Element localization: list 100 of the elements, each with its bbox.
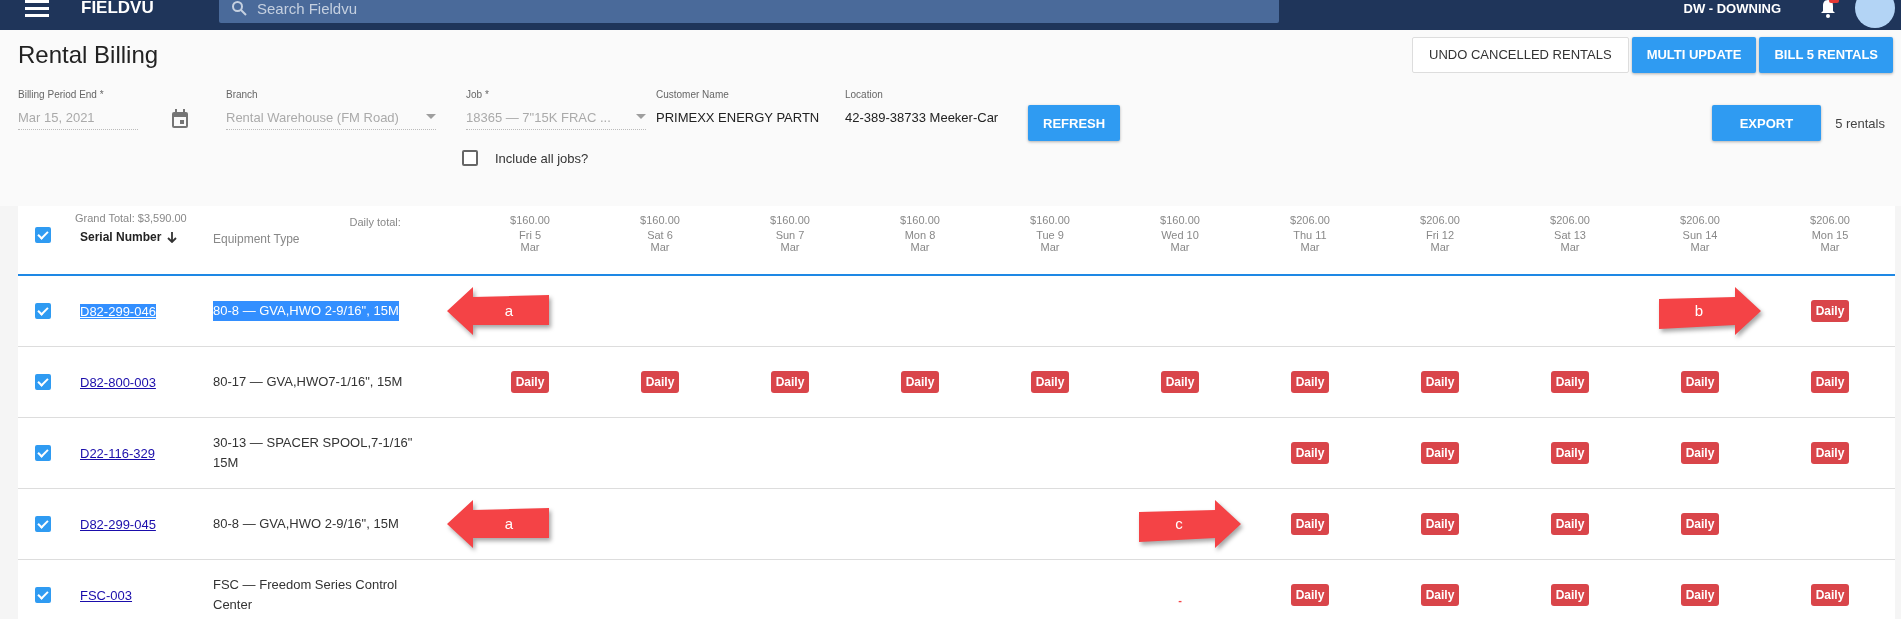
equipment-type: 80-8 — GVA,HWO 2-9/16", 15M	[213, 515, 399, 533]
day-label: Sat 6	[647, 229, 673, 241]
day-label: Sun 14	[1682, 229, 1718, 241]
rental-count: 5 rentals	[1835, 116, 1885, 131]
daily-amount: $206.00	[1810, 214, 1850, 226]
month-label: Mar	[1170, 241, 1190, 253]
field-label: Branch	[226, 89, 259, 102]
menu-icon[interactable]	[25, 0, 49, 18]
daily-amount: $160.00	[1160, 214, 1200, 226]
checkbox-label: Include all jobs?	[495, 150, 589, 166]
day-label: Mon 8	[904, 229, 936, 241]
daily-amount: $160.00	[770, 214, 810, 226]
serial-link[interactable]: FSC-003	[80, 587, 133, 603]
sort-arrow-icon[interactable]	[166, 231, 179, 243]
daily-amount: $206.00	[1680, 214, 1720, 226]
avatar[interactable]	[1855, 0, 1895, 28]
serial-link[interactable]: D82-299-045	[80, 516, 156, 532]
daily-tag[interactable]: Daily	[1810, 300, 1850, 322]
daily-tag[interactable]: Daily	[1290, 513, 1330, 535]
export-button[interactable]: EXPORT	[1711, 105, 1822, 141]
serial-link[interactable]: D82-299-046	[80, 303, 156, 319]
month-label: Mar	[1560, 241, 1580, 253]
search-field[interactable]: Search Fieldvu	[219, 0, 1279, 23]
month-label: Mar	[520, 241, 540, 253]
serial-link[interactable]: D82-800-003	[80, 374, 156, 390]
daily-tag[interactable]: Daily	[1550, 513, 1590, 535]
daily-tag[interactable]: Daily	[1810, 371, 1850, 393]
month-label: Mar	[910, 241, 930, 253]
daily-tag[interactable]: Daily	[640, 371, 680, 393]
day-label: Mon 15	[1811, 229, 1849, 241]
daily-tag[interactable]: Daily	[1680, 584, 1720, 606]
daily-amount: $160.00	[1030, 214, 1070, 226]
daily-tag[interactable]: Daily	[1160, 371, 1200, 393]
day-label: Fri 12	[1425, 229, 1455, 241]
dash-mark: -	[1178, 594, 1182, 606]
daily-tag[interactable]: Daily	[1810, 584, 1850, 606]
daily-tag[interactable]: Daily	[510, 371, 550, 393]
daily-amount: $160.00	[900, 214, 940, 226]
search-icon[interactable]	[231, 0, 247, 16]
row-checkbox[interactable]	[34, 303, 51, 319]
daily-tag[interactable]: Daily	[1810, 442, 1850, 464]
day-label: Fri 5	[519, 229, 541, 241]
day-label: Sun 7	[775, 229, 805, 241]
action-button[interactable]: BILL 5 RENTALS	[1759, 36, 1893, 73]
equipment-type: 80-17 — GVA,HWO7-1/16", 15M	[213, 373, 403, 391]
daily-tag[interactable]: Daily	[900, 371, 940, 393]
input-field[interactable]: PRIMEXX ENERGY PARTN	[656, 105, 831, 129]
equipment-type: FSC — Freedom Series Control Center	[213, 576, 399, 614]
daily-tag[interactable]: Daily	[1290, 371, 1330, 393]
daily-amount: $206.00	[1550, 214, 1590, 226]
row-checkbox[interactable]	[34, 445, 51, 461]
daily-tag[interactable]: Daily	[1550, 442, 1590, 464]
equipment-type: 80-8 — GVA,HWO 2-9/16", 15M	[213, 301, 399, 321]
daily-tag[interactable]: Daily	[1420, 584, 1460, 606]
daily-tag[interactable]: Daily	[1680, 442, 1720, 464]
daily-tag[interactable]: Daily	[1290, 442, 1330, 464]
daily-tag[interactable]: Daily	[1030, 371, 1070, 393]
user-name[interactable]: DW - DOWNING	[1683, 0, 1781, 16]
daily-tag[interactable]: Daily	[1290, 584, 1330, 606]
calendar-icon[interactable]	[171, 109, 189, 129]
daily-tag[interactable]: Daily	[1550, 584, 1590, 606]
daily-amount: $206.00	[1290, 214, 1330, 226]
day-label: Sat 13	[1554, 229, 1586, 241]
action-button[interactable]: MULTI UPDATE	[1631, 36, 1757, 73]
daily-amount: $160.00	[510, 214, 550, 226]
day-label: Tue 9	[1036, 229, 1064, 241]
app-name[interactable]: FIELDVU	[81, 0, 219, 18]
include-all-jobs-checkbox[interactable]	[462, 150, 478, 166]
daily-tag[interactable]: Daily	[1680, 513, 1720, 535]
daily-amount: $160.00	[640, 214, 680, 226]
daily-tag[interactable]: Daily	[770, 371, 810, 393]
daily-tag[interactable]: Daily	[1420, 442, 1460, 464]
daily-total-label: Daily total:	[349, 216, 401, 228]
row-checkbox[interactable]	[34, 587, 51, 603]
field-label: Billing Period End *	[18, 89, 105, 102]
action-button[interactable]: UNDO CANCELLED RENTALS	[1412, 36, 1629, 73]
daily-tag[interactable]: Daily	[1420, 371, 1460, 393]
day-label: Thu 11	[1293, 229, 1327, 241]
row-checkbox[interactable]	[34, 374, 51, 390]
daily-tag[interactable]: Daily	[1550, 371, 1590, 393]
grand-total: Grand Total: $3,590.00	[75, 212, 187, 224]
column-header: Equipment Type	[213, 232, 300, 246]
daily-amount: $206.00	[1420, 214, 1460, 226]
field-label: Customer Name	[656, 89, 730, 102]
month-label: Mar	[780, 241, 800, 253]
month-label: Mar	[1300, 241, 1320, 253]
input-field[interactable]: 42-389-38733 Meeker-Car	[845, 105, 1015, 129]
month-label: Mar	[1040, 241, 1060, 253]
serial-link[interactable]: D22-116-329	[80, 445, 155, 461]
daily-tag[interactable]: Daily	[1680, 371, 1720, 393]
column-header[interactable]: Serial Number	[80, 230, 162, 244]
equipment-type: 30-13 — SPACER SPOOL,7-1/16" 15M	[213, 434, 414, 472]
day-label: Wed 10	[1161, 229, 1199, 241]
page-title: Rental Billing	[18, 40, 159, 69]
month-label: Mar	[650, 241, 670, 253]
daily-tag[interactable]: Daily	[1420, 513, 1460, 535]
refresh-button[interactable]: REFRESH	[1028, 105, 1121, 141]
row-checkbox[interactable]	[34, 516, 51, 532]
field-label: Location	[845, 89, 884, 102]
select-all-checkbox[interactable]	[34, 227, 51, 243]
